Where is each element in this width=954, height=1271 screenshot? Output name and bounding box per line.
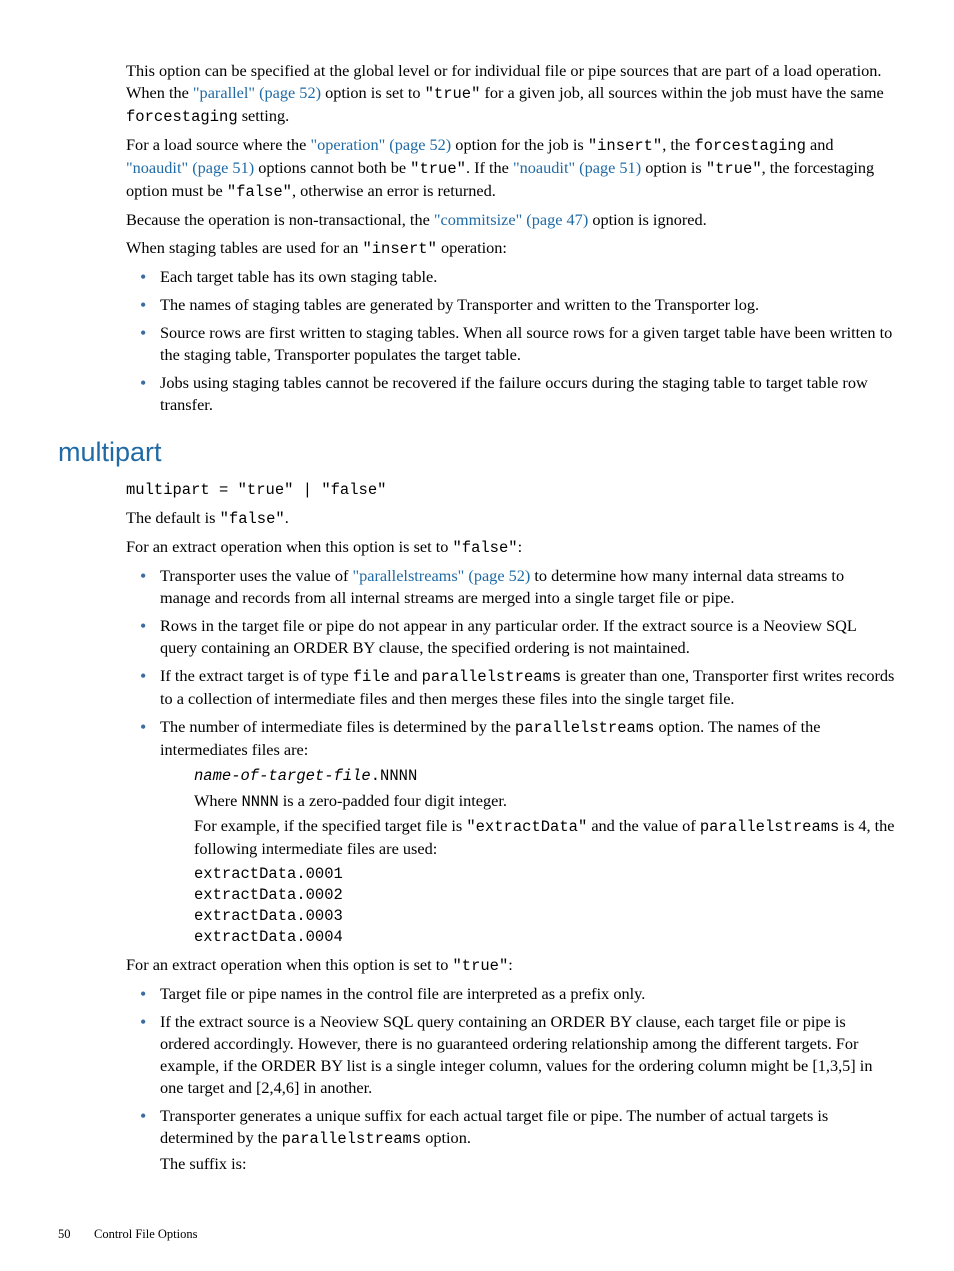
suffix-line: The suffix is: [160, 1153, 896, 1175]
name-pattern: name-of-target-file.NNNN [194, 764, 896, 787]
footer-title: Control File Options [94, 1227, 197, 1241]
code-forcestaging: forcestaging [694, 137, 806, 155]
list-item: Transporter uses the value of "parallels… [160, 565, 896, 609]
code-false: "false" [220, 510, 285, 528]
text: setting. [238, 106, 290, 125]
true-list: Target file or pipe names in the control… [126, 983, 896, 1175]
list-item: Each target table has its own staging ta… [160, 266, 896, 288]
text: : [518, 537, 523, 556]
text: and [806, 135, 834, 154]
text: For an extract operation when this optio… [126, 955, 452, 974]
paragraph-staging-intro: When staging tables are used for an "ins… [126, 237, 896, 260]
text: : [508, 955, 513, 974]
code-nnnn: NNNN [241, 793, 278, 811]
list-item: Target file or pipe names in the control… [160, 983, 896, 1005]
text: Transporter uses the value of [160, 566, 352, 585]
paragraph-insert-noaudit: For a load source where the "operation" … [126, 134, 896, 203]
code-false: "false" [227, 183, 292, 201]
link-commitsize[interactable]: "commitsize" (page 47) [434, 210, 588, 229]
false-list: Transporter uses the value of "parallels… [126, 565, 896, 948]
text: Where [194, 791, 241, 810]
link-parallel[interactable]: "parallel" (page 52) [193, 83, 321, 102]
text: For a load source where the [126, 135, 310, 154]
text: option is set to [321, 83, 425, 102]
code-parallelstreams: parallelstreams [282, 1130, 422, 1148]
link-operation[interactable]: "operation" (page 52) [310, 135, 451, 154]
code-italic: name-of-target-file [194, 767, 371, 785]
code-parallelstreams: parallelstreams [515, 719, 655, 737]
page-footer: 50Control File Options [58, 1226, 197, 1243]
text: , otherwise an error is returned. [292, 181, 496, 200]
code-parallelstreams: parallelstreams [422, 668, 562, 686]
text: , the [662, 135, 694, 154]
paragraph-forcestaging-global: This option can be specified at the glob… [126, 60, 896, 128]
code: .NNNN [371, 767, 418, 785]
code-true: "true" [452, 957, 508, 975]
example-files: extractData.0001 extractData.0002 extrac… [194, 864, 896, 948]
text: option. [421, 1128, 471, 1147]
where-line: Where NNNN is a zero-padded four digit i… [194, 790, 896, 813]
text: If the extract target is of type [160, 666, 353, 685]
list-item: Rows in the target file or pipe do not a… [160, 615, 896, 659]
text: For example, if the specified target fil… [194, 816, 466, 835]
list-item: The number of intermediate files is dete… [160, 716, 896, 948]
code-true: "true" [706, 160, 762, 178]
link-noaudit-2[interactable]: "noaudit" (page 51) [513, 158, 641, 177]
text: operation: [437, 238, 507, 257]
code-insert: "insert" [588, 137, 662, 155]
code-false: "false" [452, 539, 517, 557]
text: Transporter generates a unique suffix fo… [160, 1106, 828, 1147]
paragraph-true-intro: For an extract operation when this optio… [126, 954, 896, 977]
list-item: Transporter generates a unique suffix fo… [160, 1105, 896, 1175]
code-insert: "insert" [362, 240, 436, 258]
list-item: If the extract source is a Neoview SQL q… [160, 1011, 896, 1099]
link-noaudit-1[interactable]: "noaudit" (page 51) [126, 158, 254, 177]
paragraph-default: The default is "false". [126, 507, 896, 530]
code-extractdata: "extractData" [466, 818, 587, 836]
example-intro: For example, if the specified target fil… [194, 815, 896, 860]
text: option is [641, 158, 706, 177]
text: is a zero-padded four digit integer. [279, 791, 507, 810]
paragraph-false-intro: For an extract operation when this optio… [126, 536, 896, 559]
syntax-line: multipart = "true" | "false" [126, 480, 896, 501]
text: . If the [466, 158, 513, 177]
list-item: If the extract target is of type file an… [160, 665, 896, 710]
staging-list: Each target table has its own staging ta… [126, 266, 896, 416]
text: Because the operation is non-transaction… [126, 210, 434, 229]
code-true: "true" [410, 160, 466, 178]
text: When staging tables are used for an [126, 238, 362, 257]
text: The number of intermediate files is dete… [160, 717, 515, 736]
code-forcestaging: forcestaging [126, 108, 238, 126]
text: The default is [126, 508, 220, 527]
code-true: "true" [425, 85, 481, 103]
text: and [390, 666, 422, 685]
text: options cannot both be [254, 158, 410, 177]
page-number: 50 [58, 1226, 94, 1243]
paragraph-commitsize: Because the operation is non-transaction… [126, 209, 896, 231]
list-item: Source rows are first written to staging… [160, 322, 896, 366]
text: and the value of [587, 816, 700, 835]
code-parallelstreams: parallelstreams [700, 818, 840, 836]
link-parallelstreams[interactable]: "parallelstreams" (page 52) [352, 566, 530, 585]
text: For an extract operation when this optio… [126, 537, 452, 556]
text: for a given job, all sources within the … [480, 83, 883, 102]
code-file: file [353, 668, 390, 686]
list-item: Jobs using staging tables cannot be reco… [160, 372, 896, 416]
text: . [285, 508, 289, 527]
text: option is ignored. [588, 210, 706, 229]
text: option for the job is [451, 135, 588, 154]
list-item: The names of staging tables are generate… [160, 294, 896, 316]
section-heading-multipart: multipart [58, 434, 896, 470]
